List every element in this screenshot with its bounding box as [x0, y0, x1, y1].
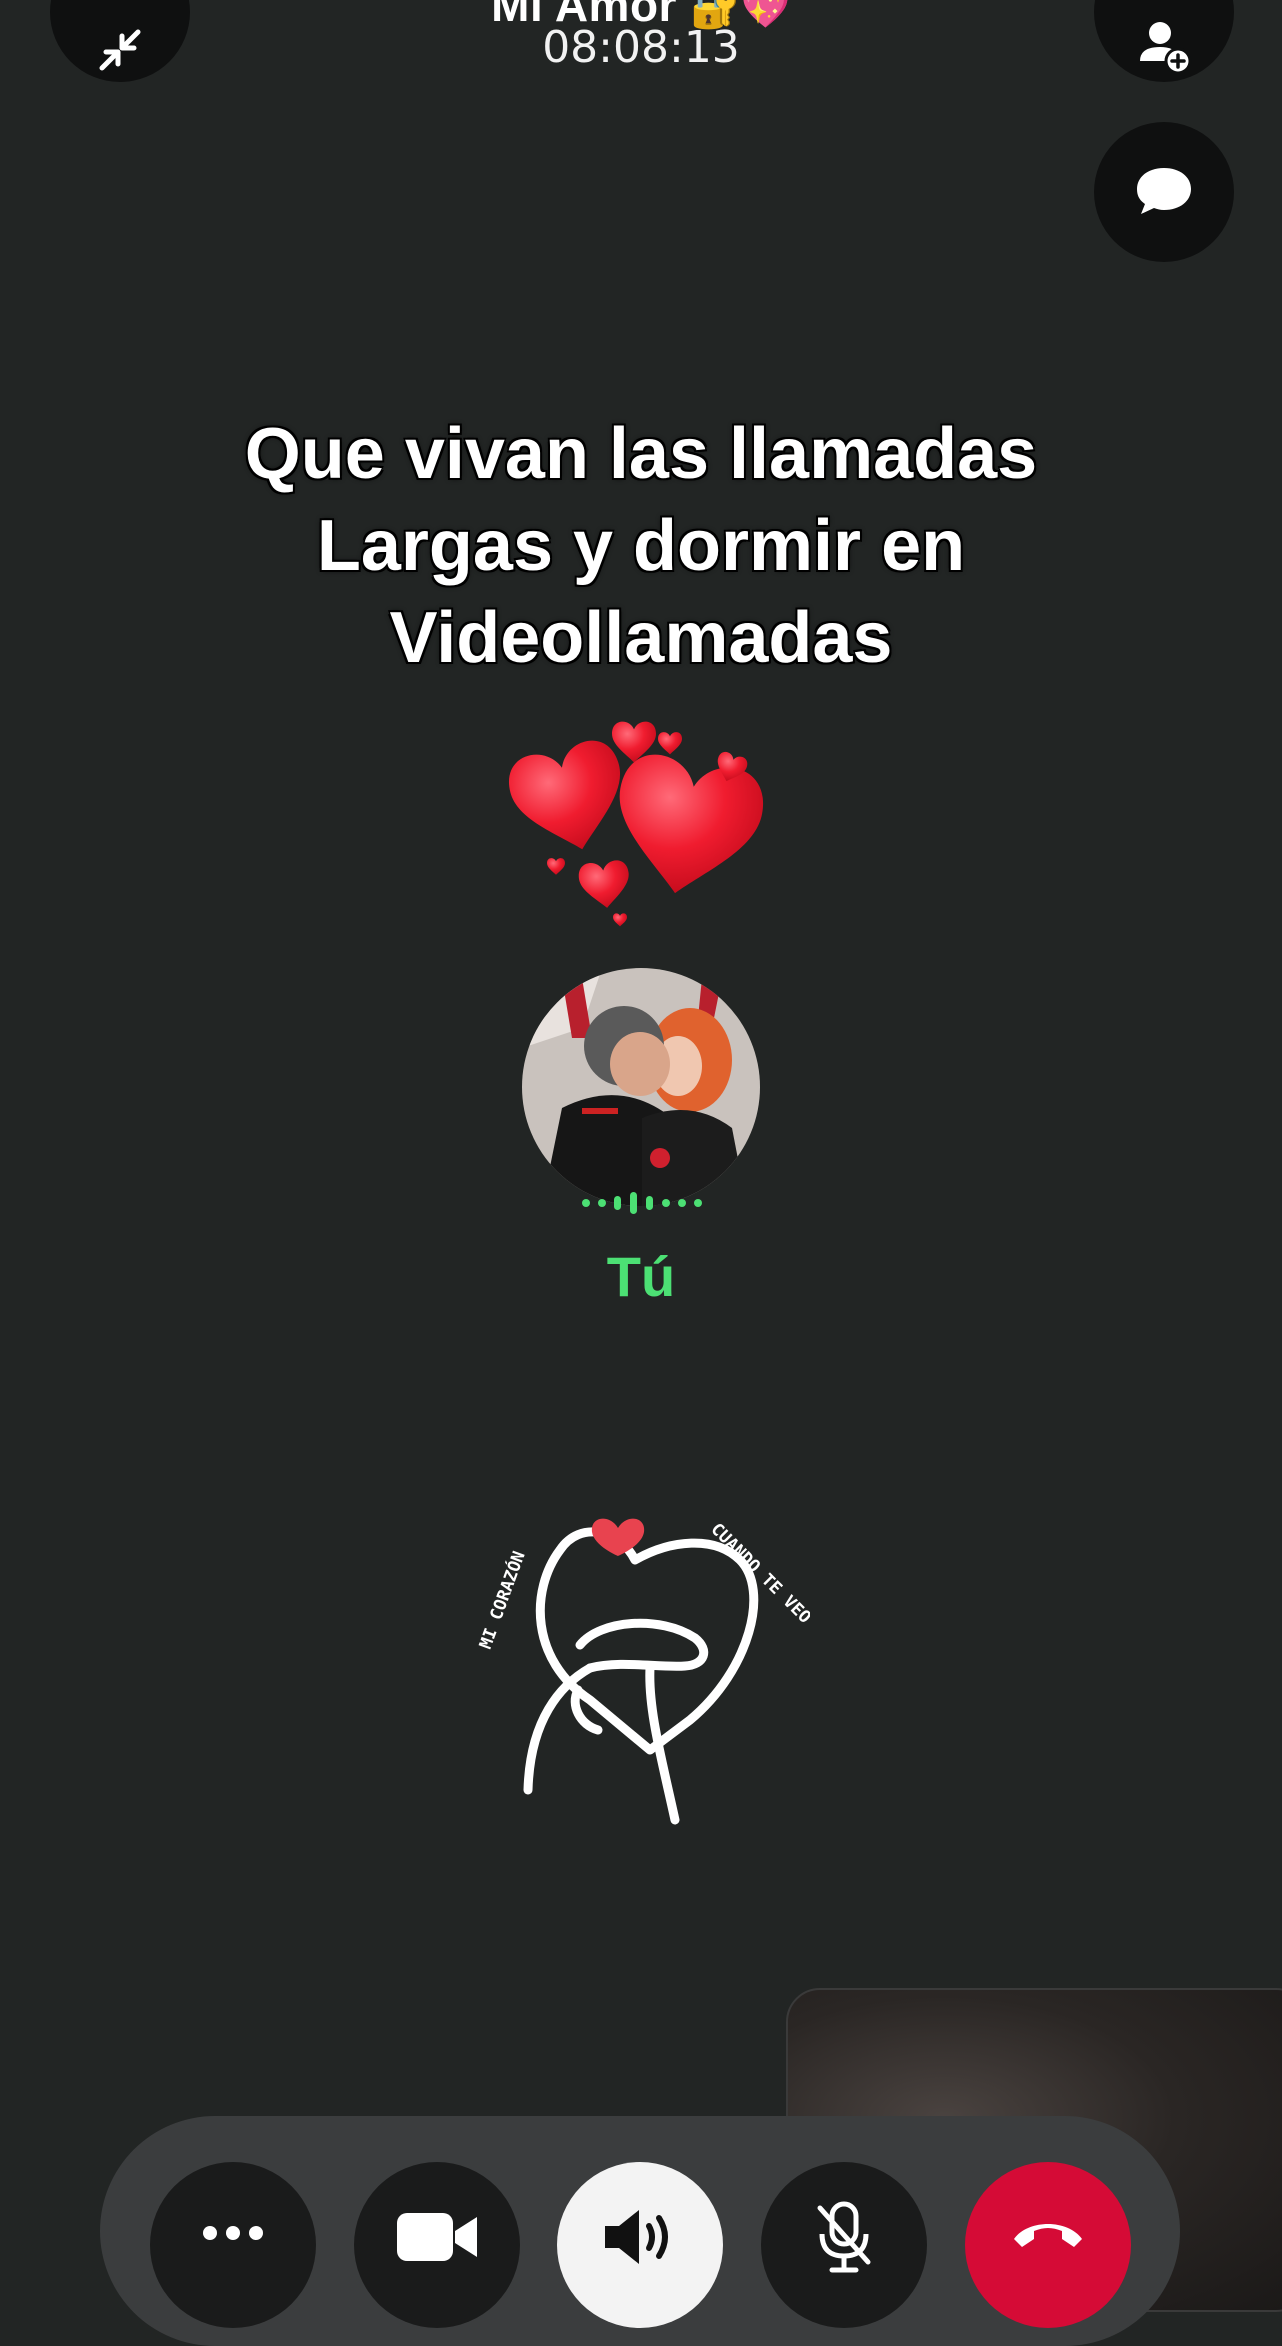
more-options-button[interactable]	[150, 2162, 316, 2328]
end-call-button[interactable]	[965, 2162, 1131, 2328]
more-icon	[203, 2226, 263, 2240]
participant-name: Tú	[606, 1245, 676, 1308]
video-camera-icon	[397, 2213, 477, 2261]
caption-line-1: Que vivan las llamadas	[244, 414, 1038, 494]
participant-avatar	[522, 968, 760, 1206]
speaker-icon	[605, 2210, 668, 2264]
couple-photo	[522, 968, 760, 1206]
chat-button[interactable]	[1094, 122, 1234, 262]
video-toggle-button[interactable]	[354, 2162, 520, 2328]
overlay-caption: Que vivan las llamadas Largas y dormir e…	[141, 408, 1141, 684]
speaker-button[interactable]	[557, 2162, 723, 2328]
add-person-icon	[1140, 22, 1192, 75]
mic-muted-icon	[817, 2201, 871, 2273]
hearts-sticker	[502, 721, 770, 927]
mute-button[interactable]	[761, 2162, 927, 2328]
flork-heart-sticker: MI CORAZÓN CUANDO TE VEO	[474, 1518, 810, 1825]
caption-line-2: Largas y dormir en	[316, 506, 966, 586]
caption-line-3: Videollamadas	[389, 598, 893, 678]
call-timer: 08:08:13	[542, 22, 740, 73]
sticker-text-left: MI CORAZÓN	[474, 1548, 530, 1652]
speaking-indicator	[582, 1192, 702, 1214]
end-call-icon	[1014, 2224, 1082, 2247]
sticker-text-right: CUANDO TE VEO	[706, 1519, 810, 1627]
chat-icon	[1137, 168, 1191, 214]
